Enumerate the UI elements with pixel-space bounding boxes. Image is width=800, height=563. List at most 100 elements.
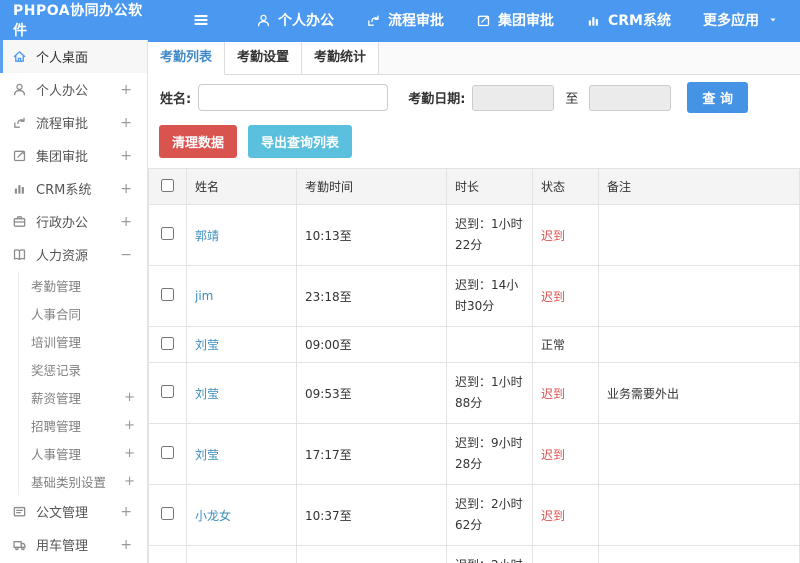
menu-icon[interactable] xyxy=(192,11,210,29)
status-text: 正常 xyxy=(532,326,599,363)
sidebar-item-hr[interactable]: 人力资源 − xyxy=(0,238,147,271)
sidebar-item-label: 行政办公 xyxy=(36,216,89,231)
nav-more-apps[interactable]: 更多应用 xyxy=(703,10,778,30)
employee-name-link[interactable]: 小龙女 xyxy=(195,509,231,523)
nav-label: 个人办公 xyxy=(278,13,334,29)
sidebar-item-group-approval[interactable]: 集团审批 + xyxy=(0,139,147,172)
date-to-input[interactable] xyxy=(589,84,672,111)
expand-toggle[interactable]: + xyxy=(120,214,132,230)
nav-label: 流程审批 xyxy=(388,13,444,29)
sidebar-item-label: 人力资源 xyxy=(36,249,89,264)
home-icon xyxy=(12,49,28,64)
status-text: 迟到 xyxy=(532,484,599,546)
sidebar-item-documents[interactable]: 公文管理 + xyxy=(0,495,147,528)
name-input[interactable] xyxy=(198,84,389,111)
expand-toggle[interactable]: + xyxy=(124,418,135,433)
employee-name-link[interactable]: 郭靖 xyxy=(195,229,219,243)
expand-toggle[interactable]: + xyxy=(120,504,132,520)
date-from-input[interactable] xyxy=(472,84,555,111)
sidebar-sub-hr-contract[interactable]: 人事合同 xyxy=(19,299,147,327)
tab-bar: 考勤列表 考勤设置 考勤统计 xyxy=(148,42,800,75)
tab-attendance-list[interactable]: 考勤列表 xyxy=(148,42,225,75)
attendance-time: 17:17至 xyxy=(296,423,447,485)
status-text: 迟到 xyxy=(532,423,599,485)
sidebar-sub-salary[interactable]: 薪资管理 + xyxy=(19,383,147,411)
employee-name-link[interactable]: 刘莹 xyxy=(195,387,219,401)
sub-item-label: 基础类别设置 xyxy=(31,474,107,490)
export-list-button[interactable]: 导出查询列表 xyxy=(248,125,353,158)
sidebar-item-vehicle[interactable]: 用车管理 + xyxy=(0,528,147,561)
tab-bar-filler xyxy=(379,42,800,75)
expand-toggle[interactable]: + xyxy=(120,537,132,553)
sidebar-item-label: 个人办公 xyxy=(36,84,89,99)
sidebar-sub-attendance[interactable]: 考勤管理 xyxy=(19,271,147,299)
sidebar-item-workflow-approval[interactable]: 流程审批 + xyxy=(0,106,147,139)
sidebar-sub-training[interactable]: 培训管理 xyxy=(19,327,147,355)
duration: 迟到：2小时90分 早退：7小时10分 xyxy=(446,545,533,563)
chart-icon xyxy=(586,13,601,28)
edit-icon xyxy=(476,13,491,28)
row-checkbox[interactable] xyxy=(161,385,174,398)
chart-icon xyxy=(12,181,28,196)
col-name: 姓名 xyxy=(186,168,297,205)
row-checkbox[interactable] xyxy=(161,507,174,520)
expand-toggle[interactable]: + xyxy=(120,82,132,98)
expand-toggle[interactable]: + xyxy=(120,181,132,197)
table-row: 刘莹 09:00至 正常 xyxy=(148,326,800,363)
sidebar-item-label: CRM系统 xyxy=(36,183,92,198)
sidebar-sub-recruit[interactable]: 招聘管理 + xyxy=(19,411,147,439)
tab-attendance-stats[interactable]: 考勤统计 xyxy=(302,42,379,75)
table-row: 刘莹 17:17至 迟到：9小时28分 迟到 xyxy=(148,423,800,485)
sidebar-sub-personnel[interactable]: 人事管理 + xyxy=(19,439,147,467)
employee-name-link[interactable]: jim xyxy=(195,289,213,303)
employee-name-link[interactable]: 刘莹 xyxy=(195,448,219,462)
row-checkbox[interactable] xyxy=(161,288,174,301)
tab-attendance-settings[interactable]: 考勤设置 xyxy=(225,42,302,75)
expand-toggle[interactable]: + xyxy=(120,148,132,164)
remark: 1111 xyxy=(598,545,800,563)
expand-toggle[interactable]: + xyxy=(124,390,135,405)
table-row: 小龙女 10:37至 迟到：2小时62分 迟到 xyxy=(148,484,800,546)
sidebar-item-admin-office[interactable]: 行政办公 + xyxy=(0,205,147,238)
sub-item-label: 培训管理 xyxy=(31,334,82,350)
query-button[interactable]: 查 询 xyxy=(687,82,748,113)
flow-icon xyxy=(12,115,28,130)
action-toolbar: 清理数据 导出查询列表 xyxy=(148,120,800,168)
sidebar-sub-rewards[interactable]: 奖惩记录 xyxy=(19,355,147,383)
row-checkbox[interactable] xyxy=(161,227,174,240)
col-time: 考勤时间 xyxy=(296,168,447,205)
col-status: 状态 xyxy=(532,168,599,205)
sidebar-sub-base-category[interactable]: 基础类别设置 + xyxy=(19,467,147,495)
user-icon xyxy=(256,13,271,28)
attendance-table-wrap: 姓名 考勤时间 时长 状态 备注 郭靖 10:13至 迟到：1小时22分 迟到 xyxy=(148,168,800,563)
attendance-time: 10:54至10:54 xyxy=(296,545,447,563)
nav-workflow-approval[interactable]: 流程审批 xyxy=(366,10,444,30)
clean-data-button[interactable]: 清理数据 xyxy=(159,125,238,158)
edit-icon xyxy=(12,148,28,163)
duration: 迟到：1小时22分 xyxy=(446,204,533,266)
select-all-checkbox[interactable] xyxy=(161,178,174,192)
book-icon xyxy=(12,247,28,262)
nav-group-approval[interactable]: 集团审批 xyxy=(476,10,554,30)
expand-toggle[interactable]: + xyxy=(120,115,132,131)
expand-toggle[interactable]: + xyxy=(124,474,135,489)
topbar: PHPOA协同办公软件 个人办公 流程审批 集团审批 CRM系统 更多应用 xyxy=(0,0,800,40)
expand-toggle[interactable]: + xyxy=(124,446,135,461)
attendance-table: 姓名 考勤时间 时长 状态 备注 郭靖 10:13至 迟到：1小时22分 迟到 xyxy=(148,168,800,563)
remark xyxy=(598,423,800,485)
nav-personal-office[interactable]: 个人办公 xyxy=(256,10,334,30)
filter-bar: 姓名: 考勤日期: 至 查 询 xyxy=(148,75,800,120)
collapse-toggle[interactable]: − xyxy=(120,247,132,263)
remark xyxy=(598,204,800,266)
row-checkbox[interactable] xyxy=(161,446,174,459)
nav-label: CRM系统 xyxy=(608,13,671,29)
sidebar-item-crm[interactable]: CRM系统 + xyxy=(0,172,147,205)
employee-name-link[interactable]: 刘莹 xyxy=(195,338,219,352)
col-duration: 时长 xyxy=(446,168,533,205)
top-navigation: 个人办公 流程审批 集团审批 CRM系统 更多应用 xyxy=(256,10,800,30)
attendance-time: 10:37至 xyxy=(296,484,447,546)
nav-crm-system[interactable]: CRM系统 xyxy=(586,10,671,30)
sidebar-item-personal-office[interactable]: 个人办公 + xyxy=(0,73,147,106)
row-checkbox[interactable] xyxy=(161,336,174,350)
sidebar-item-desktop[interactable]: 个人桌面 xyxy=(0,40,147,73)
